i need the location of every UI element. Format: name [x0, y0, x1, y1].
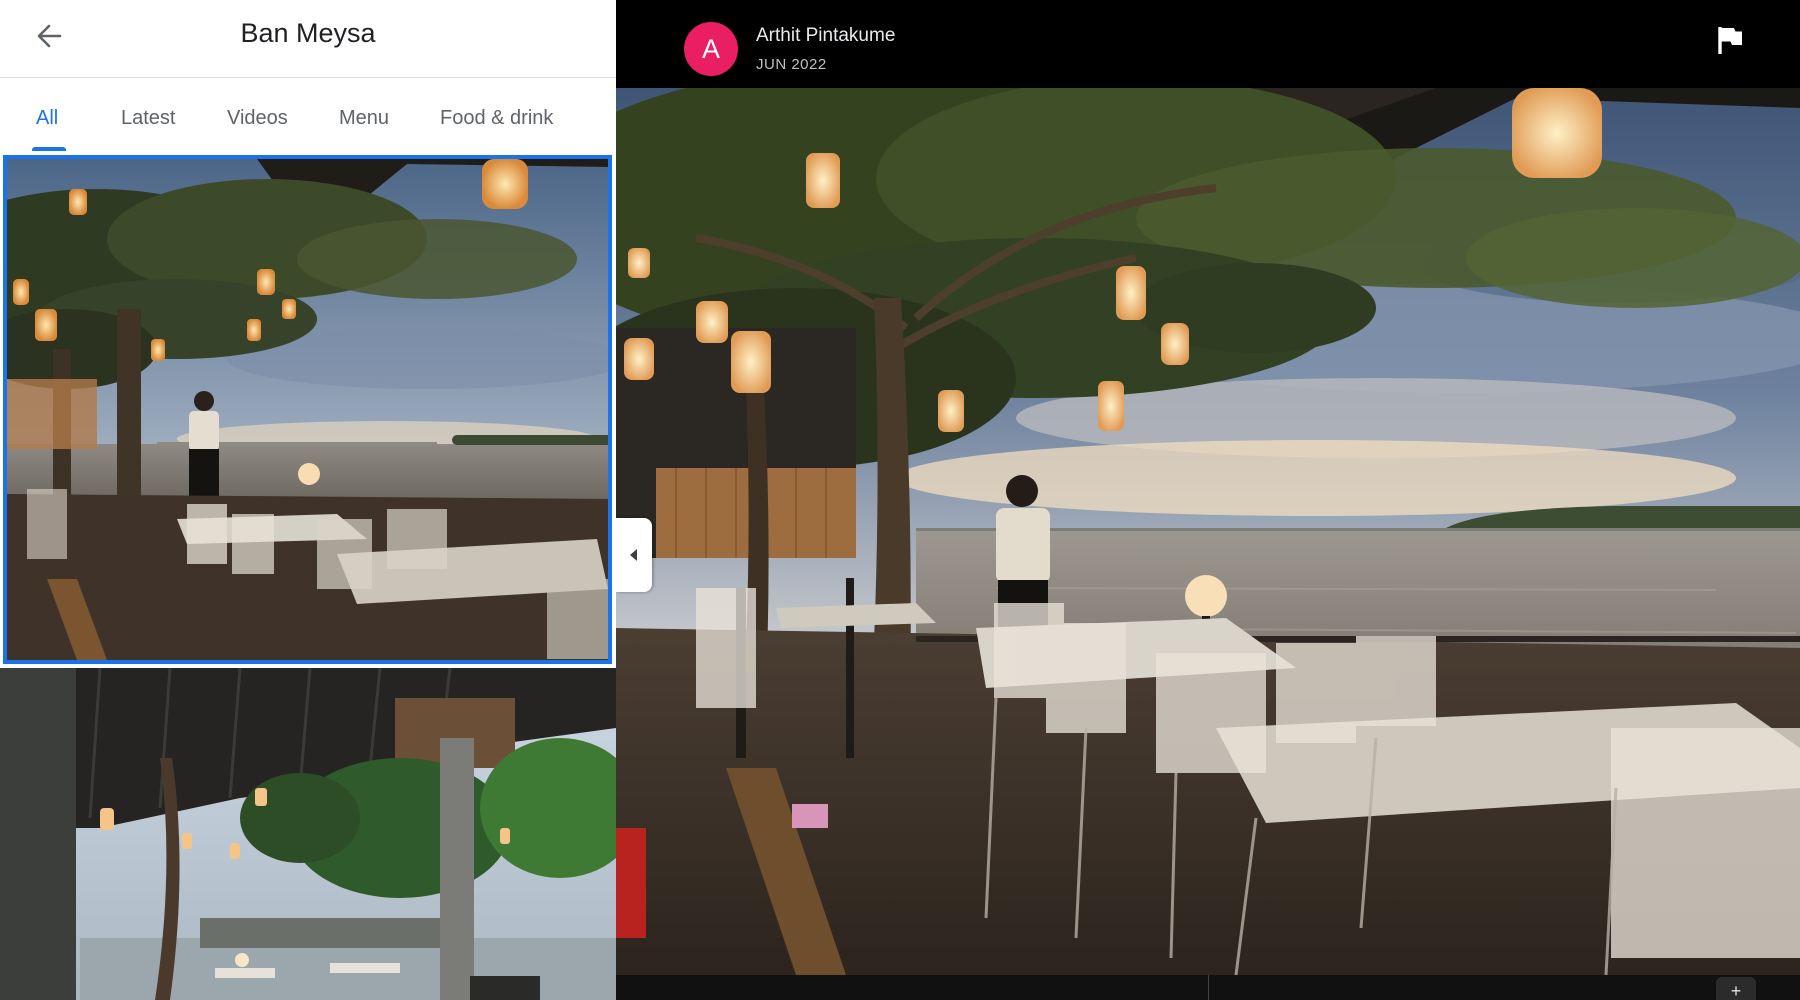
tab-all[interactable]: All — [36, 107, 58, 130]
chevron-left-icon — [630, 549, 637, 561]
place-title: Ban Meysa — [240, 18, 376, 48]
flag-icon — [1718, 27, 1742, 54]
river-terrace-photo-thumbnail — [7, 159, 608, 660]
plus-icon: + — [1730, 981, 1742, 1000]
tab-food-and-drink[interactable]: Food & drink — [440, 107, 553, 130]
report-photo-button[interactable] — [1712, 22, 1748, 58]
photo-date: JUN 2022 — [756, 56, 827, 73]
main-photo[interactable] — [616, 88, 1800, 975]
author-name[interactable]: Arthit Pintakume — [756, 25, 895, 47]
photos-panel: Ban Meysa All Latest Videos Menu Food & … — [0, 0, 616, 1000]
active-tab-indicator — [32, 147, 66, 151]
tab-menu[interactable]: Menu — [339, 107, 389, 130]
tab-videos[interactable]: Videos — [227, 107, 288, 130]
add-photo-button[interactable]: + — [1716, 977, 1756, 1000]
covered-terrace-photo-thumbnail — [0, 668, 616, 1000]
photo-category-tabs: All Latest Videos Menu Food & drink — [0, 79, 616, 153]
river-terrace-photo — [616, 88, 1800, 975]
panel-header: Ban Meysa — [0, 0, 616, 78]
viewer-bottom-bar: + — [616, 975, 1800, 1000]
collapse-panel-button[interactable] — [616, 518, 652, 592]
divider — [1208, 975, 1209, 1000]
tab-latest[interactable]: Latest — [121, 107, 175, 130]
author-avatar[interactable]: A — [684, 22, 738, 76]
photo-viewer: A Arthit Pintakume JUN 2022 + — [616, 0, 1800, 1000]
photo-thumbnail[interactable] — [0, 668, 616, 1000]
photo-thumbnail-selected[interactable] — [3, 155, 612, 664]
photo-author-bar: A Arthit Pintakume JUN 2022 — [616, 0, 1800, 88]
